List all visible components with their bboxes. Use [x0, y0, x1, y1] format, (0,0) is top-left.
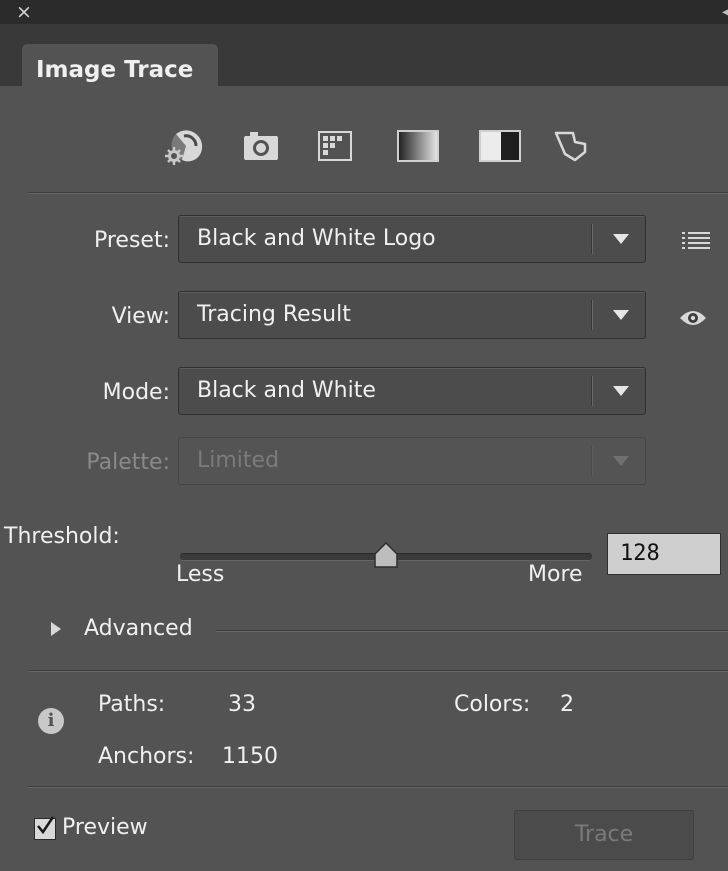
- threshold-max-label: More: [528, 562, 583, 587]
- trace-button[interactable]: Trace: [514, 810, 694, 860]
- divider: [28, 670, 728, 672]
- dropdown-separator: [591, 300, 593, 330]
- palette-label: Palette:: [86, 450, 170, 475]
- mode-label: Mode:: [102, 380, 170, 405]
- dropdown-separator: [591, 224, 593, 254]
- view-value: Tracing Result: [197, 302, 351, 327]
- threshold-slider-thumb[interactable]: [374, 541, 398, 568]
- threshold-value-input[interactable]: 128: [607, 533, 721, 575]
- outline-shape-icon[interactable]: [546, 126, 596, 166]
- preset-value: Black and White Logo: [197, 226, 436, 251]
- paths-label: Paths:: [98, 692, 166, 717]
- black-white-icon[interactable]: [470, 126, 530, 166]
- preview-checkbox[interactable]: [34, 816, 56, 840]
- dropdown-separator: [591, 446, 593, 476]
- dropdown-separator: [591, 376, 593, 406]
- low-color-grid-icon[interactable]: [310, 126, 360, 166]
- disclosure-triangle-icon[interactable]: [50, 621, 62, 641]
- chevron-down-icon: [613, 456, 629, 466]
- view-dropdown[interactable]: Tracing Result: [178, 291, 646, 339]
- collapse-panel-icon[interactable]: ◂◂: [722, 0, 728, 24]
- advanced-toggle[interactable]: Advanced: [84, 616, 193, 641]
- threshold-label: Threshold:: [4, 524, 120, 549]
- info-icon: i: [38, 708, 64, 734]
- divider: [28, 192, 728, 194]
- view-label: View:: [111, 304, 170, 329]
- threshold-min-label: Less: [176, 562, 225, 587]
- list-menu-icon[interactable]: [682, 230, 710, 254]
- anchors-value: 1150: [222, 744, 278, 769]
- paths-value: 33: [228, 692, 256, 717]
- auto-color-icon[interactable]: [158, 126, 212, 166]
- preview-label: Preview: [62, 815, 148, 840]
- image-trace-panel: × ◂◂ Image Trace Preset: Black and White…: [0, 0, 728, 871]
- colors-label: Colors:: [454, 692, 531, 717]
- palette-value: Limited: [197, 448, 280, 473]
- camera-icon[interactable]: [236, 126, 286, 166]
- palette-dropdown: Limited: [178, 437, 646, 485]
- colors-value: 2: [560, 692, 574, 717]
- panel-title-bar: [0, 0, 728, 24]
- chevron-down-icon[interactable]: [613, 386, 629, 396]
- mode-dropdown[interactable]: Black and White: [178, 367, 646, 415]
- mode-value: Black and White: [197, 378, 376, 403]
- anchors-label: Anchors:: [98, 744, 195, 769]
- chevron-down-icon[interactable]: [613, 310, 629, 320]
- chevron-down-icon[interactable]: [613, 234, 629, 244]
- preset-dropdown[interactable]: Black and White Logo: [178, 215, 646, 263]
- advanced-divider: [216, 630, 728, 632]
- grayscale-gradient-icon[interactable]: [388, 126, 448, 166]
- eye-icon[interactable]: [678, 308, 708, 332]
- preset-label: Preset:: [93, 228, 170, 253]
- close-icon[interactable]: ×: [16, 0, 32, 24]
- tab-image-trace[interactable]: Image Trace: [22, 44, 218, 94]
- divider: [28, 786, 728, 788]
